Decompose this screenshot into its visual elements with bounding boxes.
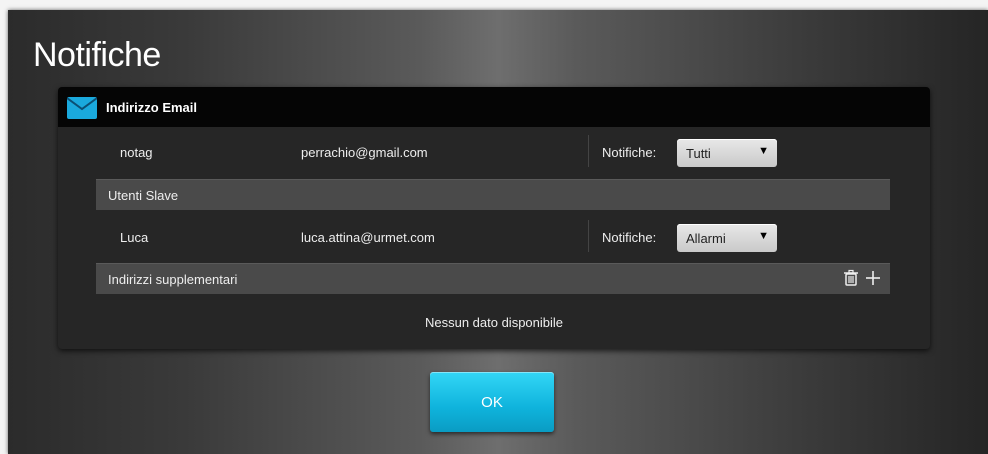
section-label: Indirizzi supplementari <box>108 272 238 287</box>
notifications-label: Notifiche: <box>602 230 657 245</box>
select-value: Allarmi <box>686 231 726 246</box>
slave-users-section: Utenti Slave <box>96 179 890 210</box>
notifications-select[interactable]: Allarmi ▼ <box>677 224 777 252</box>
notifications-label: Notifiche: <box>602 145 657 160</box>
dropdown-arrow-icon: ▼ <box>758 145 769 157</box>
page-title: Notifiche <box>33 36 161 74</box>
email-panel: Indirizzo Email notag perrachio@gmail.co… <box>58 87 930 349</box>
section-label: Utenti Slave <box>108 188 179 203</box>
trash-icon[interactable] <box>842 269 860 287</box>
notifications-select[interactable]: Tutti ▼ <box>677 139 777 167</box>
extra-addresses-section: Indirizzi supplementari <box>96 263 890 294</box>
panel-header: Indirizzo Email <box>58 87 930 127</box>
mail-icon <box>67 97 97 119</box>
divider <box>588 220 589 252</box>
user-name: Luca <box>120 230 149 245</box>
notifications-dialog: Notifiche Indirizzo Email notag perrachi… <box>8 10 988 454</box>
empty-state-text: Nessun dato disponibile <box>424 315 564 330</box>
section-actions <box>842 269 882 287</box>
plus-icon[interactable] <box>864 269 882 287</box>
select-value: Tutti <box>686 146 711 161</box>
user-email: luca.attina@urmet.com <box>301 230 435 245</box>
panel-title: Indirizzo Email <box>106 100 198 115</box>
slave-user-row: Luca luca.attina@urmet.com Notifiche: Al… <box>58 212 930 260</box>
user-name: notag <box>120 145 153 160</box>
dropdown-arrow-icon: ▼ <box>758 230 769 242</box>
main-user-row: notag perrachio@gmail.com Notifiche: Tut… <box>58 127 930 175</box>
divider <box>588 135 589 167</box>
ok-button[interactable]: OK <box>430 372 554 432</box>
user-email: perrachio@gmail.com <box>301 145 428 160</box>
